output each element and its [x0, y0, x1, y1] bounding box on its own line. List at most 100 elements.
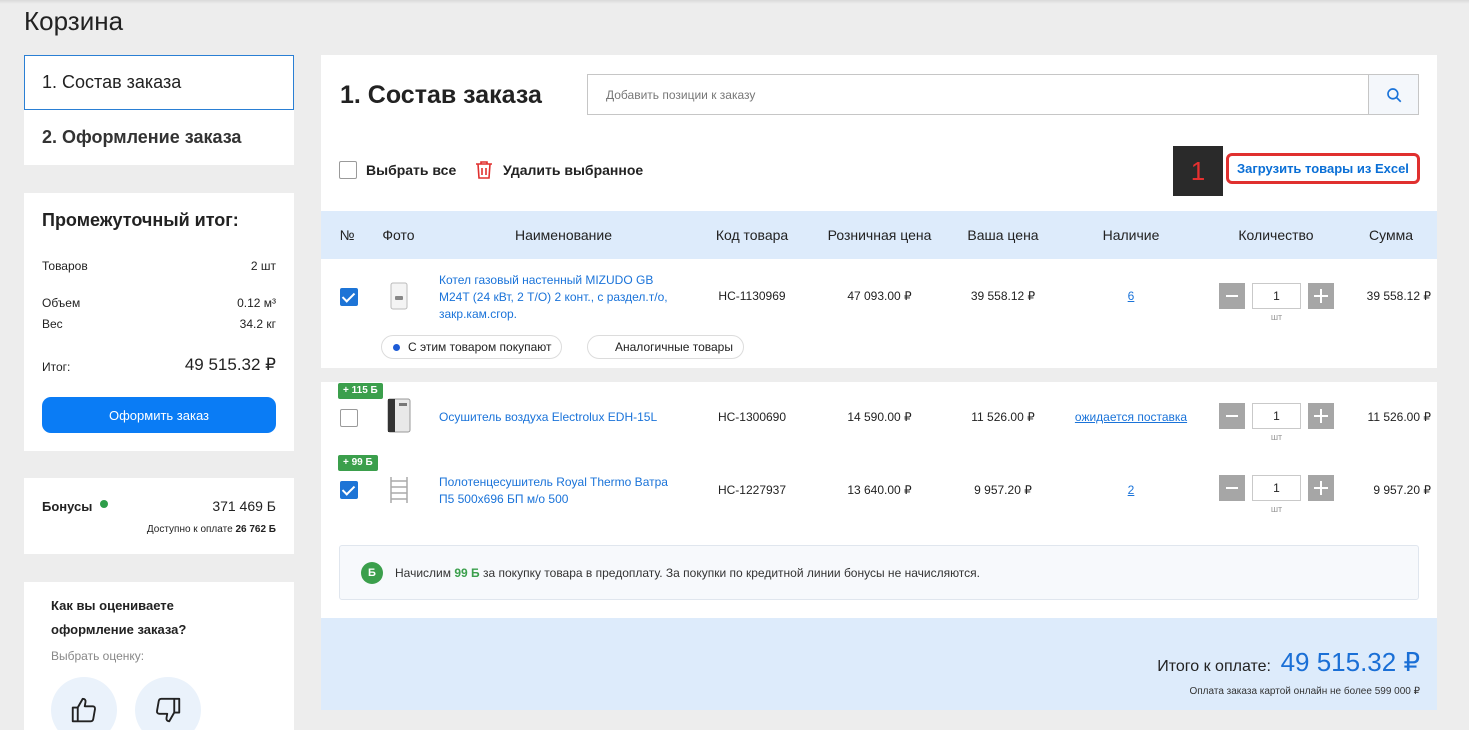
subtotal-title: Промежуточный итог: [42, 210, 239, 230]
thumbs-down-button[interactable] [135, 677, 201, 730]
delete-selected-button[interactable]: Удалить выбранное [503, 162, 643, 178]
annotation-badge: 1 [1173, 146, 1223, 196]
rating-question: Как вы оцениваете оформление заказа? [51, 598, 187, 637]
related-products-label: С этим товаром покупают [408, 340, 552, 354]
qty-input[interactable]: 1 [1252, 475, 1301, 501]
similar-products-tab[interactable]: Аналогичные товары [587, 335, 744, 359]
thumbs-up-button[interactable] [51, 677, 117, 730]
weight-value: 34.2 кг [239, 317, 276, 331]
similar-products-label: Аналогичные товары [615, 340, 733, 354]
product-photo[interactable] [381, 472, 417, 508]
order-panel: 1. Состав заказа Выбрать все Удалить выб… [321, 55, 1437, 710]
total-label: Итог: [42, 360, 71, 374]
step-checkout[interactable]: 2. Оформление заказа [24, 110, 294, 165]
availability-link[interactable]: 6 [1091, 289, 1171, 303]
your-price: 39 558.12 ₽ [970, 289, 1036, 303]
subtotal-panel: Промежуточный итог: Товаров 2 шт Объем 0… [24, 193, 294, 451]
search-icon [1386, 87, 1401, 102]
col-price: Ваша цена [967, 227, 1039, 243]
qty-unit: шт [1270, 432, 1283, 442]
col-retail: Розничная цена [827, 227, 932, 243]
row-checkbox[interactable] [340, 481, 358, 499]
total-value: 49 515.32 ₽ [184, 355, 276, 374]
select-all-label[interactable]: Выбрать все [366, 162, 456, 178]
retail-price: 47 093.00 ₽ [847, 289, 912, 303]
row-sum: 9 957.20 ₽ [1373, 483, 1431, 497]
notice-text-before: Начислим [395, 566, 451, 580]
col-code: Код товара [715, 227, 789, 243]
qty-decrease-button[interactable] [1219, 283, 1245, 309]
qty-increase-button[interactable] [1308, 403, 1334, 429]
retail-price: 14 590.00 ₽ [847, 410, 912, 424]
row-checkbox[interactable] [340, 288, 358, 306]
qty-decrease-button[interactable] [1219, 475, 1245, 501]
bonus-panel: Бонусы 371 469 Б Доступно к оплате 26 76… [24, 478, 294, 554]
product-code: НС-1227937 [717, 483, 787, 497]
plus-icon [1314, 289, 1328, 303]
related-products-tab[interactable]: С этим товаром покупают [381, 335, 563, 359]
product-photo[interactable] [381, 398, 417, 434]
bonus-badge-icon: Б [361, 562, 383, 584]
goods-label: Товаров [42, 259, 88, 273]
trash-icon[interactable] [475, 160, 493, 180]
bonus-tag: + 99 Б [338, 455, 378, 471]
product-name-link[interactable]: Котел газовый настенный MIZUDO GB M24T (… [439, 272, 684, 323]
qty-input[interactable]: 1 [1252, 283, 1301, 309]
product-name-link[interactable]: Полотенцесушитель Royal Thermo Ватра П5 … [439, 474, 684, 508]
plus-icon [1314, 409, 1328, 423]
search-button[interactable] [1368, 75, 1418, 114]
your-price: 9 957.20 ₽ [974, 483, 1032, 497]
qty-input[interactable]: 1 [1252, 403, 1301, 429]
availability-link[interactable]: ожидается поставка [1066, 410, 1196, 424]
qty-decrease-button[interactable] [1219, 403, 1245, 429]
select-all-checkbox[interactable] [339, 161, 357, 179]
availability-link[interactable]: 2 [1091, 483, 1171, 497]
payment-limit-note: Оплата заказа картой онлайн не более 599… [1189, 686, 1420, 697]
product-code: НС-1300690 [717, 410, 787, 424]
minus-icon [1226, 487, 1238, 489]
product-name-link[interactable]: Осушитель воздуха Electrolux EDH-15L [439, 409, 684, 426]
bonus-info-icon[interactable] [100, 500, 108, 508]
boiler-image [390, 282, 408, 310]
qty-increase-button[interactable] [1308, 475, 1334, 501]
row-sum: 11 526.00 ₽ [1367, 410, 1431, 424]
table-row: + 99 Б Полотенцесушитель Royal Thermo Ва… [321, 454, 1437, 529]
row-separator [321, 368, 1437, 382]
product-photo[interactable] [381, 279, 417, 315]
notice-amount: 99 Б [454, 566, 480, 580]
upload-excel-link[interactable]: Загрузить товары из Excel [1226, 153, 1420, 184]
qty-increase-button[interactable] [1308, 283, 1334, 309]
add-item-input[interactable] [588, 75, 1368, 114]
quantity-stepper: 1 шт [1219, 403, 1337, 442]
col-qty: Количество [1238, 227, 1314, 243]
qty-unit: шт [1270, 312, 1283, 322]
step-order-contents[interactable]: 1. Состав заказа [24, 55, 294, 110]
goods-value: 2 шт [250, 259, 276, 273]
bonus-available-value: 26 762 Б [235, 524, 276, 535]
product-code: НС-1130969 [718, 289, 786, 303]
bonus-notice: Б Начислим 99 Б за покупку товара в пред… [339, 545, 1419, 600]
bonus-available: Доступно к оплате 26 762 Б [147, 524, 276, 535]
plus-icon [1314, 481, 1328, 495]
dehumidifier-image [387, 398, 411, 433]
col-num: № [339, 227, 355, 243]
volume-value: 0.12 м³ [237, 296, 276, 310]
retail-price: 13 640.00 ₽ [847, 483, 912, 497]
row-checkbox[interactable] [340, 409, 358, 427]
col-avail: Наличие [1102, 227, 1160, 243]
top-shadow [0, 0, 1469, 4]
add-item-search [587, 74, 1419, 115]
col-photo: Фото [382, 227, 415, 243]
bonus-available-text: Доступно к оплате [146, 524, 233, 535]
bonus-label: Бонусы [42, 499, 93, 514]
page-title: Корзина [24, 6, 124, 36]
bonus-tag: + 115 Б [338, 383, 383, 399]
total-bar: Итого к оплате: 49 515.32 ₽ Оплата заказ… [321, 618, 1437, 710]
subtotal-goods: Товаров 2 шт [42, 259, 276, 273]
checkout-button[interactable]: Оформить заказ [42, 397, 276, 433]
quantity-stepper: 1 шт [1219, 283, 1337, 322]
bonus-notice-text: Начислим 99 Б за покупку товара в предоп… [395, 566, 980, 580]
notice-text-after: за покупку товара в предоплату. За покуп… [483, 566, 980, 580]
minus-icon [1226, 295, 1238, 297]
subtotal-weight: Вес 34.2 кг [42, 317, 276, 331]
